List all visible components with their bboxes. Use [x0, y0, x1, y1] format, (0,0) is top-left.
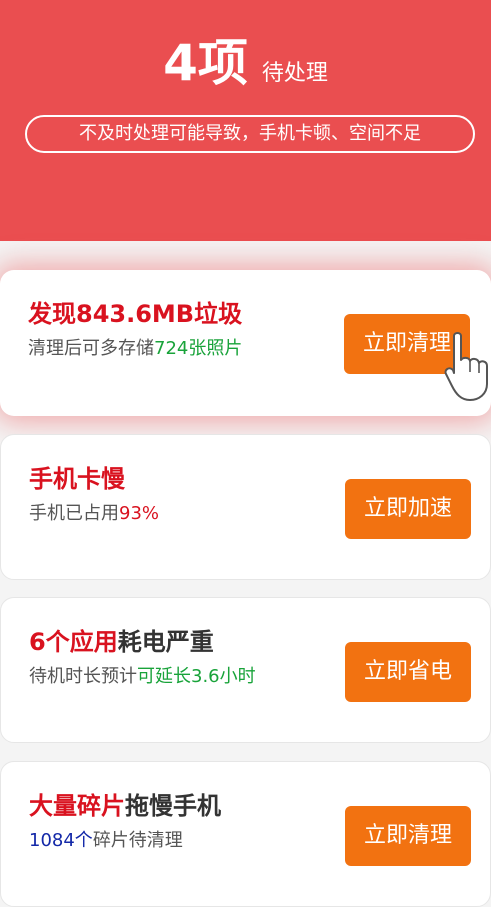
card-title-rest: 耗电严重 — [117, 628, 214, 656]
card-subtitle-suffix: 碎片待清理 — [92, 830, 183, 851]
fragment-clean-card: 大量碎片拖慢手机 1084个碎片待清理 立即清理 — [0, 761, 491, 907]
card-subtitle: 手机已占用93% — [29, 499, 159, 525]
summary-header: 4项 待处理 不及时处理可能导致，手机卡顿、空间不足 — [0, 0, 491, 241]
card-subtitle-highlight: 可延长3.6小时 — [137, 666, 256, 687]
card-subtitle-prefix: 待机时长预计 — [29, 666, 137, 687]
junk-clean-card: 发现843.6MB垃圾 清理后可多存储724张照片 立即清理 — [0, 270, 491, 416]
speed-up-card: 手机卡慢 手机已占用93% 立即加速 — [0, 434, 491, 580]
card-subtitle: 1084个碎片待清理 — [29, 826, 183, 852]
card-subtitle-highlight: 724张照片 — [154, 338, 243, 359]
fragment-clean-button[interactable]: 立即清理 — [345, 806, 471, 866]
power-save-button[interactable]: 立即省电 — [345, 642, 471, 702]
power-save-card: 6个应用耗电严重 待机时长预计可延长3.6小时 立即省电 — [0, 597, 491, 743]
card-subtitle: 待机时长预计可延长3.6小时 — [29, 662, 256, 688]
card-subtitle: 清理后可多存储724张照片 — [28, 334, 242, 360]
card-subtitle-highlight: 93% — [119, 503, 160, 524]
pending-count-label: 待处理 — [261, 61, 328, 86]
card-title: 大量碎片拖慢手机 — [29, 786, 221, 821]
card-title-highlight: 手机卡慢 — [29, 465, 125, 493]
card-title-highlight: 发现843.6MB垃圾 — [28, 300, 243, 328]
card-title: 发现843.6MB垃圾 — [28, 294, 242, 329]
speed-up-button[interactable]: 立即加速 — [345, 479, 471, 539]
card-title: 手机卡慢 — [29, 459, 125, 494]
warning-pill: 不及时处理可能导致，手机卡顿、空间不足 — [25, 115, 475, 153]
card-subtitle-prefix: 手机已占用 — [29, 503, 119, 524]
card-title-highlight: 大量碎片 — [29, 792, 125, 820]
pending-count-number: 4项 — [163, 34, 248, 92]
pending-count: 4项 待处理 — [0, 28, 491, 98]
card-subtitle-prefix: 清理后可多存储 — [28, 338, 154, 359]
card-title: 6个应用耗电严重 — [29, 622, 214, 657]
pointing-hand-icon — [444, 332, 488, 401]
card-subtitle-highlight: 1084个 — [29, 830, 93, 851]
card-title-highlight: 6个应用 — [29, 628, 118, 656]
card-title-rest: 拖慢手机 — [125, 792, 221, 820]
